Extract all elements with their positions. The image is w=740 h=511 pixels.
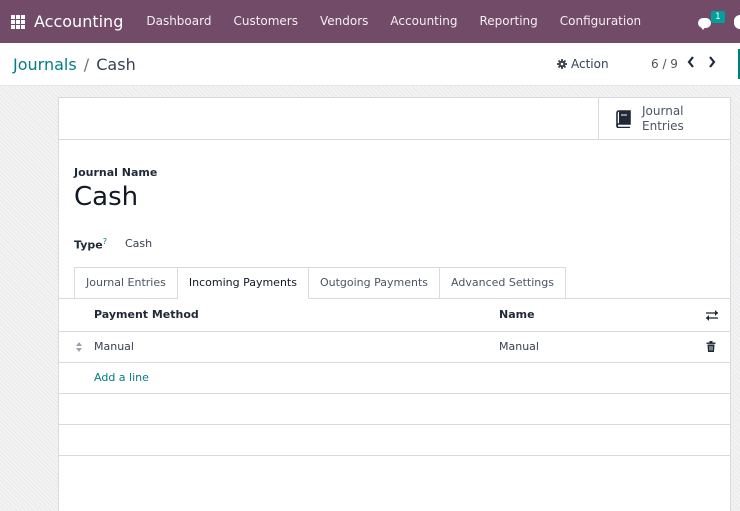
- list-header: Payment Method Name: [59, 299, 730, 332]
- chevron-right-icon[interactable]: [707, 55, 717, 69]
- cell-name[interactable]: Manual: [499, 340, 539, 353]
- journal-name-field[interactable]: Cash: [74, 182, 138, 212]
- breadcrumb: Journals / Cash: [13, 55, 136, 74]
- top-navbar: Accounting Dashboard Customers Vendors A…: [0, 0, 740, 43]
- pager-value[interactable]: 6 / 9: [651, 57, 678, 71]
- menu-reporting[interactable]: Reporting: [468, 0, 548, 43]
- action-label: Action: [571, 57, 609, 71]
- action-button[interactable]: Action: [557, 57, 609, 71]
- type-label-text: Type: [74, 238, 103, 252]
- table-row[interactable]: Manual Manual: [59, 332, 730, 363]
- menu-configuration[interactable]: Configuration: [549, 0, 652, 43]
- add-a-line-link[interactable]: Add a line: [94, 371, 149, 384]
- breadcrumb-journals-link[interactable]: Journals: [13, 55, 77, 74]
- type-label: Type?: [74, 237, 107, 252]
- breadcrumb-current: Cash: [96, 55, 136, 74]
- navbar-systray: 1: [698, 0, 740, 43]
- optional-columns-icon[interactable]: [706, 310, 718, 321]
- chat-icon[interactable]: 1: [698, 10, 725, 30]
- empty-row: [59, 394, 730, 425]
- column-name[interactable]: Name: [499, 308, 535, 321]
- stat-line-2: Entries: [642, 119, 684, 133]
- form-sheet: Journal Entries Journal Name Cash Type? …: [58, 97, 731, 511]
- add-line-row: Add a line: [59, 363, 730, 394]
- stat-line-1: Journal: [642, 104, 684, 118]
- empty-row: [59, 425, 730, 456]
- app-menu-grid-icon[interactable]: [11, 14, 25, 29]
- cell-payment-method[interactable]: Manual: [94, 340, 134, 353]
- tab-journal-entries[interactable]: Journal Entries: [74, 267, 178, 299]
- menu-vendors[interactable]: Vendors: [309, 0, 379, 43]
- chat-badge: 1: [711, 10, 725, 23]
- breadcrumb-separator: /: [83, 55, 90, 74]
- button-box: Journal Entries: [59, 98, 730, 140]
- menu-accounting[interactable]: Accounting: [379, 0, 468, 43]
- chevron-left-icon[interactable]: [686, 55, 696, 69]
- column-payment-method[interactable]: Payment Method: [94, 308, 199, 321]
- notebook-tabs: Journal Entries Incoming Payments Outgoi…: [74, 267, 566, 299]
- user-avatar-icon[interactable]: [734, 14, 740, 29]
- journal-name-label: Journal Name: [74, 166, 158, 179]
- tab-advanced-settings[interactable]: Advanced Settings: [440, 267, 566, 299]
- trash-icon[interactable]: [706, 341, 716, 352]
- menu-dashboard[interactable]: Dashboard: [135, 0, 222, 43]
- type-field[interactable]: Cash: [125, 237, 152, 250]
- journal-entries-stat-button[interactable]: Journal Entries: [598, 98, 730, 139]
- book-icon: [616, 110, 631, 128]
- tab-outgoing-payments[interactable]: Outgoing Payments: [308, 267, 441, 299]
- app-brand[interactable]: Accounting: [34, 12, 123, 31]
- stat-button-text: Journal Entries: [642, 104, 722, 134]
- menu-customers[interactable]: Customers: [222, 0, 309, 43]
- tab-incoming-payments[interactable]: Incoming Payments: [177, 267, 309, 299]
- help-tooltip-icon[interactable]: ?: [103, 237, 107, 246]
- gear-icon: [557, 59, 567, 69]
- drag-handle-icon[interactable]: [76, 342, 82, 352]
- control-panel: Journals / Cash Action 6 / 9: [0, 43, 740, 86]
